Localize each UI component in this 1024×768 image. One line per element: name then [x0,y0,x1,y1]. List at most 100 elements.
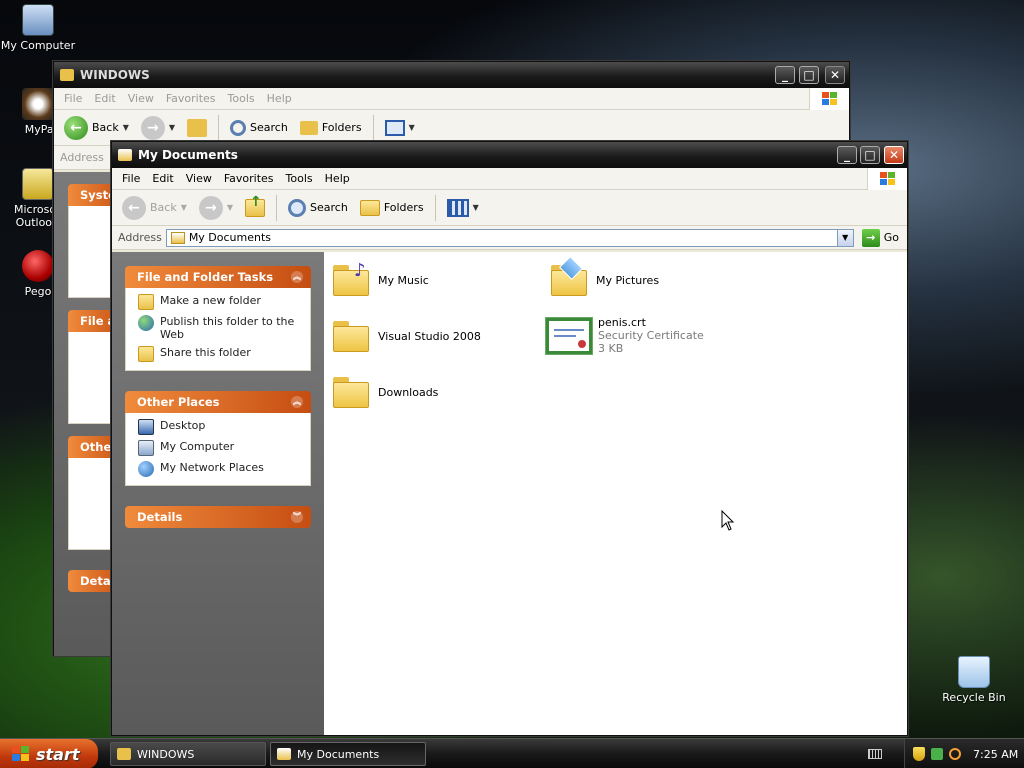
menu-edit[interactable]: Edit [88,92,121,105]
menu-tools[interactable]: Tools [280,172,319,185]
menu-file[interactable]: File [116,172,146,185]
back-button[interactable]: ← Back ▼ [60,114,133,142]
file-name: penis.crt [598,316,646,329]
file-item[interactable]: penis.crt Security Certificate 3 KB [545,316,704,355]
file-name: My Music [378,273,429,287]
keyboard-icon[interactable] [868,749,882,759]
my-documents-icon [118,149,132,161]
place-desktop[interactable]: Desktop [138,419,302,435]
task-group-header[interactable]: Other Places ︽ [125,391,311,413]
file-size: 3 KB [598,342,624,355]
title-bar[interactable]: My Documents _ □ ✕ [112,142,907,168]
windows-logo-icon [12,746,30,762]
desktop-icon-label: My Computer [0,39,76,52]
music-folder-icon: ♪ [330,260,372,300]
back-button[interactable]: ← Back ▼ [118,194,191,222]
desktop-icon-my-computer[interactable]: My Computer [0,4,78,52]
file-item[interactable]: My Pictures [548,255,659,300]
up-button[interactable]: ↑ [241,194,269,222]
task-group-header[interactable]: File and Folder Tasks ︽ [125,266,311,288]
title-bar[interactable]: WINDOWS _ □ ✕ [54,62,849,88]
pego-icon [22,250,54,282]
file-item[interactable]: ♪ My Music [330,260,429,300]
close-button[interactable]: ✕ [825,66,845,84]
folders-button[interactable]: Folders [296,114,366,142]
start-button[interactable]: start [0,739,98,768]
collapse-chevron-icon[interactable]: ︽ [291,396,303,408]
task-label: Make a new folder [160,294,261,307]
search-icon [288,198,307,217]
computer-icon [138,440,154,456]
menu-favorites[interactable]: Favorites [218,172,280,185]
address-field[interactable]: My Documents ▼ [165,228,854,247]
up-button[interactable] [183,114,211,142]
file-item[interactable]: Downloads [330,372,438,412]
task-publish-folder[interactable]: Publish this folder to the Web [138,315,302,341]
forward-button[interactable]: → ▼ [137,114,179,142]
maximize-button[interactable]: □ [799,66,819,84]
start-label: start [36,744,80,764]
dropdown-arrow-icon: ▼ [168,123,176,132]
task-group-details: Details ︾ [125,506,311,528]
window-title: My Documents [138,148,238,162]
task-group-body: Desktop My Computer My Network Places [125,413,311,486]
minimize-button[interactable]: _ [837,146,857,164]
folder-icon [60,69,74,81]
go-arrow-icon: → [861,228,880,247]
task-make-new-folder[interactable]: Make a new folder [138,294,302,310]
pictures-folder-icon [548,255,590,300]
task-pane: File and Folder Tasks ︽ Make a new folde… [112,252,324,735]
toolbar-separator [372,114,374,141]
menu-tools[interactable]: Tools [222,92,261,105]
folder-up-icon: ↑ [245,194,266,217]
back-arrow-icon: ← [122,195,146,220]
windows-logo-icon [867,168,907,190]
menu-help[interactable]: Help [319,172,356,185]
place-my-computer[interactable]: My Computer [138,440,302,456]
forward-button[interactable]: → ▼ [195,194,237,222]
maximize-button[interactable]: □ [860,146,880,164]
address-dropdown-button[interactable]: ▼ [836,229,853,246]
views-button[interactable]: ▼ [443,194,483,222]
recycle-bin-icon [958,656,990,688]
go-button[interactable]: → Go [858,228,907,247]
close-button[interactable]: ✕ [884,146,904,164]
views-button[interactable]: ▼ [381,114,419,142]
task-label: WINDOWS [137,747,195,761]
file-type: Security Certificate [598,329,704,342]
search-button[interactable]: Search [226,114,292,142]
file-info: penis.crt Security Certificate 3 KB [598,316,704,355]
menu-file[interactable]: File [58,92,88,105]
task-group-title: Other Places [137,395,220,409]
place-label: My Computer [160,440,235,453]
expand-chevron-icon[interactable]: ︾ [291,511,303,523]
taskbar-button-windows[interactable]: WINDOWS [110,742,266,766]
address-label: Address [60,151,104,164]
folders-label: Folders [383,201,424,214]
taskbar-button-my-documents[interactable]: My Documents [270,742,426,766]
window-my-documents[interactable]: My Documents _ □ ✕ File Edit View Favori… [111,141,908,736]
task-share-folder[interactable]: Share this folder [138,346,302,362]
file-item[interactable]: Visual Studio 2008 [330,316,481,356]
task-group-other-places: Other Places ︽ Desktop My Computer My Ne… [125,391,311,486]
task-group-title: Details [137,510,183,524]
menu-edit[interactable]: Edit [146,172,179,185]
minimize-button[interactable]: _ [775,66,795,84]
menu-favorites[interactable]: Favorites [160,92,222,105]
network-icon[interactable] [931,748,943,760]
collapse-chevron-icon[interactable]: ︽ [291,271,303,283]
desktop-icon-label: Recycle Bin [942,691,1006,704]
search-button[interactable]: Search [284,194,352,222]
menu-help[interactable]: Help [261,92,298,105]
desktop-icon-recycle-bin[interactable]: Recycle Bin [934,656,1014,704]
go-label: Go [883,231,899,244]
folders-button[interactable]: Folders [356,194,428,222]
security-shield-icon[interactable] [913,747,925,761]
place-my-network-places[interactable]: My Network Places [138,461,302,477]
task-group-header[interactable]: Details ︾ [125,506,311,528]
folder-icon [330,316,372,356]
menu-view[interactable]: View [122,92,160,105]
task-label: Share this folder [160,346,251,359]
search-tray-icon[interactable] [949,748,961,760]
menu-view[interactable]: View [180,172,218,185]
